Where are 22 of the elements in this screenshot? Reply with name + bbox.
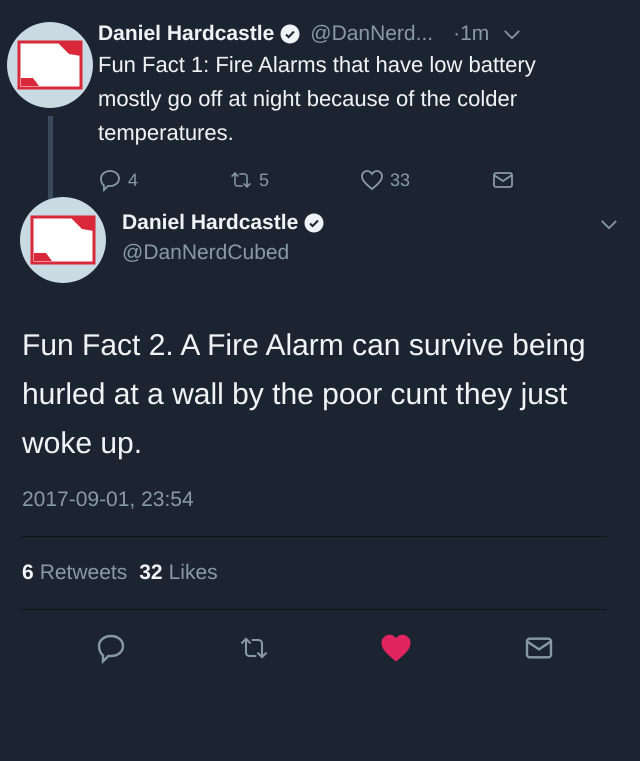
author-handle[interactable]: @DanNerdCubed [122, 241, 290, 265]
stat-count: 6 [22, 561, 34, 585]
tweet-text: Fun Fact 2. A Fire Alarm can survive being hurled at a wall by the poor cunt they just woke up. [21, 328, 587, 462]
stat-label[interactable]: Likes [168, 561, 218, 585]
chevron-down-icon[interactable] [503, 28, 522, 40]
speech-bubble-icon[interactable] [98, 168, 122, 192]
author-name[interactable]: Daniel Hardcastle [122, 211, 298, 235]
stat-count: 32 [139, 561, 163, 585]
tweet-timestamp: 2017-09-01, 23:54 [21, 487, 195, 512]
heart-icon[interactable] [380, 632, 412, 664]
avatar-logo-icon[interactable] [20, 197, 106, 283]
author-handle[interactable]: @DanNerd... [310, 22, 434, 46]
like-count: 33 [390, 170, 410, 190]
retweet-count: 5 [259, 170, 270, 190]
heart-icon[interactable] [360, 168, 384, 192]
reply-count: 4 [128, 170, 138, 190]
author-name[interactable]: Daniel Hardcastle [98, 22, 274, 46]
stat-label[interactable]: Retweets [40, 561, 128, 585]
avatar-logo-icon[interactable] [7, 22, 93, 108]
tweet-time: ·1m [453, 22, 490, 46]
chevron-down-icon[interactable] [600, 219, 618, 230]
tweet-text: Fun Fact 1: Fire Alarms that have low battery mostly go off at night because of the colder temperatures. [98, 51, 537, 147]
